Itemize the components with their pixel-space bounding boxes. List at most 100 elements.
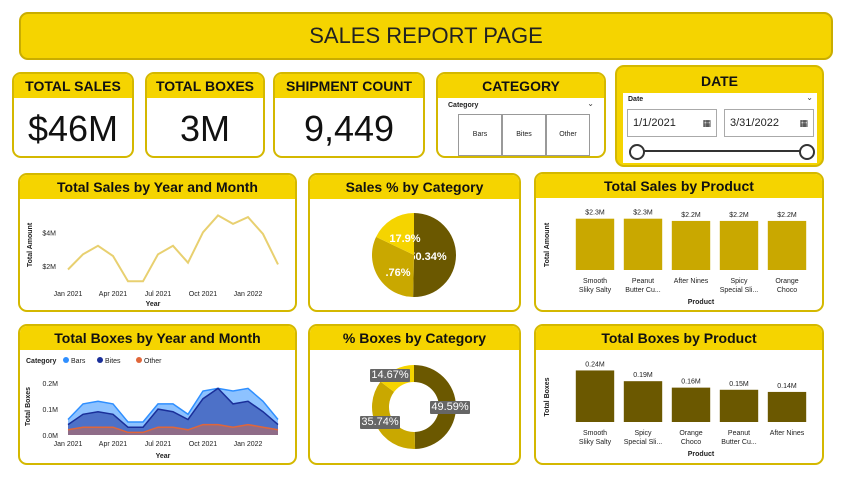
date-range-start-handle[interactable]: [629, 144, 645, 160]
x-tick-label: Butter Cu...: [721, 439, 756, 446]
x-tick-label: Apr 2021: [99, 441, 128, 448]
bar: [671, 387, 711, 422]
data-label: 14.67%: [371, 369, 409, 381]
x-axis-label: Product: [688, 451, 715, 458]
date-range-end-handle[interactable]: [799, 144, 815, 160]
bar: [575, 218, 615, 270]
start-date-value: 1/1/2021: [633, 117, 676, 129]
chevron-down-icon[interactable]: ⌄: [587, 99, 594, 108]
shipment-count-value: 9,449: [303, 108, 395, 149]
x-tick-label: Smooth: [583, 278, 607, 285]
x-tick-label: Jan 2022: [234, 291, 263, 298]
total-sales-value: $46M: [27, 108, 119, 149]
x-tick-label: Special Sli...: [720, 287, 759, 294]
end-date-input[interactable]: 3/31/2022 ▦: [724, 109, 814, 137]
y-axis-label: Total Amount: [544, 222, 551, 267]
x-tick-label: Sliky Salty: [579, 287, 612, 294]
x-tick-label: Choco: [681, 439, 701, 446]
x-tick-label: Special Sli...: [624, 439, 663, 446]
page-title: SALES REPORT PAGE: [19, 12, 833, 60]
total-boxes-value: 3M: [179, 108, 230, 149]
x-tick-label: Orange: [775, 278, 798, 285]
x-tick-label: Spicy: [634, 430, 652, 437]
data-label: $2.2M: [729, 212, 749, 219]
end-date-value: 3/31/2022: [730, 117, 779, 129]
start-date-input[interactable]: 1/1/2021 ▦: [627, 109, 717, 137]
category-slicer-title: CATEGORY: [438, 74, 604, 98]
chart-title: Total Boxes by Year and Month: [20, 326, 295, 350]
legend-label: Other: [144, 358, 162, 365]
date-range-track[interactable]: [637, 150, 805, 152]
data-label: $2.3M: [633, 210, 653, 217]
x-axis-label: Year: [146, 301, 161, 308]
x-tick-label: Choco: [777, 287, 797, 294]
y-tick-label: 0.1M: [42, 407, 58, 414]
chevron-down-icon[interactable]: ⌄: [806, 93, 813, 102]
bar: [671, 220, 711, 270]
total-boxes-label: TOTAL BOXES: [147, 74, 263, 98]
data-label: $2.2M: [681, 212, 701, 219]
data-label: 0.24M: [585, 361, 605, 368]
data-label: 0.16M: [681, 379, 701, 386]
boxes-area-card: Total Boxes by Year and Month Category Ba…: [18, 324, 297, 465]
x-tick-label: Jan 2022: [234, 441, 263, 448]
date-slicer-title: DATE: [700, 73, 739, 89]
data-label: 50.34%: [409, 251, 447, 263]
bar: [767, 220, 807, 270]
total-sales-label: TOTAL SALES: [14, 74, 132, 98]
category-field-label: Category: [448, 102, 479, 109]
x-tick-label: After Nines: [770, 430, 805, 437]
boxes-donut-card: % Boxes by Category 49.59% 35.74% 14.67%: [308, 324, 521, 465]
x-tick-label: Jan 2021: [54, 291, 83, 298]
total-sales-card: TOTAL SALES $46M: [12, 72, 134, 158]
chart-title: Total Sales by Product: [536, 174, 822, 198]
data-label: 17.9%: [389, 233, 420, 245]
calendar-icon[interactable]: ▦: [702, 110, 711, 136]
category-option-bars[interactable]: Bars: [458, 114, 502, 156]
sales-line-chart: $4M $2M Total Amount Jan 2021 Apr 2021 Jul 20…: [27, 214, 279, 308]
shipment-count-label: SHIPMENT COUNT: [275, 74, 423, 98]
sales-pie-chart: 50.34% .76% 17.9%: [372, 213, 456, 297]
x-tick-label: Orange: [679, 430, 702, 437]
data-label: 0.15M: [729, 381, 749, 388]
boxes-by-product-chart: Total Boxes 0.24M Smooth Sliky Salty 0.19M Sp…: [544, 361, 807, 458]
sales-pie-card: Sales % by Category 50.34% .76% 17.9%: [308, 173, 521, 312]
data-label: $2.3M: [585, 210, 605, 217]
bar: [623, 218, 663, 270]
bar: [719, 220, 759, 270]
chart-title: Total Boxes by Product: [536, 326, 822, 350]
data-label: 0.19M: [633, 372, 653, 379]
x-tick-label: Peanut: [728, 430, 750, 437]
chart-title: Total Sales by Year and Month: [20, 175, 295, 199]
date-slicer-card: DATE Date ⌄ 1/1/2021 ▦ 3/31/2022 ▦: [615, 65, 824, 167]
category-option-other[interactable]: Other: [546, 114, 590, 156]
boxes-product-card: Total Boxes by Product Total Boxes 0.24M S…: [534, 324, 824, 465]
x-tick-label: Sliky Salty: [579, 439, 612, 446]
data-label: 0.14M: [777, 383, 797, 390]
y-tick-label: 0.2M: [42, 381, 58, 388]
shipment-count-card: SHIPMENT COUNT 9,449: [273, 72, 425, 158]
legend-marker: [63, 357, 69, 363]
chart-title: % Boxes by Category: [310, 326, 519, 350]
x-tick-label: Jul 2021: [145, 291, 172, 298]
bar: [623, 381, 663, 422]
legend-label: Bars: [71, 358, 86, 365]
x-tick-label: Peanut: [632, 278, 654, 285]
x-tick-label: Spicy: [730, 278, 748, 285]
boxes-donut-chart: 49.59% 35.74% 14.67%: [360, 365, 470, 449]
bar: [575, 370, 615, 422]
bar: [767, 391, 807, 422]
x-tick-label: Jan 2021: [54, 441, 83, 448]
calendar-icon[interactable]: ▦: [799, 110, 808, 136]
category-option-bites[interactable]: Bites: [502, 114, 546, 156]
x-tick-label: Apr 2021: [99, 291, 128, 298]
y-tick-label: 0.0M: [42, 433, 58, 440]
x-tick-label: Oct 2021: [189, 291, 218, 298]
y-axis-label: Total Amount: [27, 222, 34, 267]
x-tick-label: After Nines: [674, 278, 709, 285]
legend-label: Bites: [105, 358, 121, 365]
boxes-area-chart: Category Bars Bites Other 0.2M 0.1M 0.0M Total …: [25, 357, 279, 460]
sales-series-line: [67, 214, 279, 283]
date-field-label: Date: [628, 96, 644, 103]
x-axis-label: Year: [156, 453, 171, 460]
